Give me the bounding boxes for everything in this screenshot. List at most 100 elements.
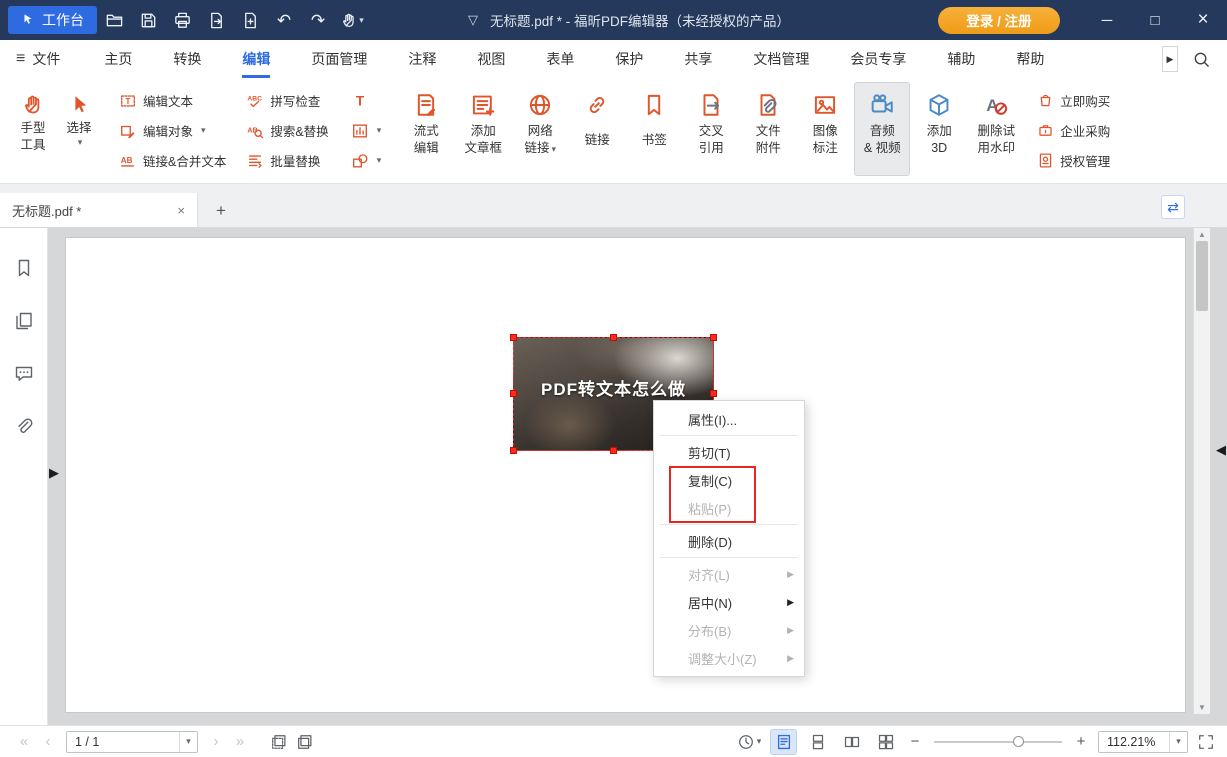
minimize-button[interactable]: ─: [1083, 0, 1131, 40]
menu-tab-help[interactable]: 帮助: [1016, 40, 1044, 78]
tab-close-icon[interactable]: ×: [177, 203, 185, 218]
comments-panel-button[interactable]: [14, 364, 34, 384]
cross-reference-button[interactable]: 交叉 引用: [683, 82, 739, 176]
right-panel-collapse-icon[interactable]: ◀: [1216, 443, 1226, 456]
select-tool-button[interactable]: 选择 ▾: [56, 82, 102, 176]
context-menu-cut[interactable]: 剪切(T): [654, 438, 804, 466]
pdf-page[interactable]: PDF转文本怎么做: [65, 237, 1186, 713]
menu-tab-form[interactable]: 表单: [546, 40, 574, 78]
zoom-slider-thumb[interactable]: [1013, 736, 1024, 747]
zoom-level-combo[interactable]: 112.21% ▾: [1098, 731, 1188, 753]
ribbon-expand-button[interactable]: ▶: [1162, 46, 1178, 72]
image-annotation-button[interactable]: 图像 标注: [797, 82, 853, 176]
context-menu-distribute[interactable]: 分布(B)▶: [654, 616, 804, 644]
edit-text-button[interactable]: T 编辑文本: [116, 87, 229, 114]
add-text-tool-button[interactable]: T: [348, 87, 385, 114]
single-page-continuous-button[interactable]: [805, 730, 830, 754]
page-indicator-combo[interactable]: 1 / 1 ▾: [66, 731, 198, 753]
maximize-button[interactable]: □: [1131, 0, 1179, 40]
print-button[interactable]: [167, 5, 197, 35]
batch-replace-button[interactable]: 批量替换: [243, 147, 331, 174]
last-page-button[interactable]: »: [228, 733, 252, 750]
web-link-button[interactable]: 网络 链接▾: [512, 82, 568, 176]
remove-trial-watermark-button[interactable]: A 删除试 用水印: [968, 82, 1024, 176]
search-button[interactable]: [1192, 50, 1211, 69]
selection-handle[interactable]: [510, 447, 517, 454]
open-file-button[interactable]: [99, 5, 129, 35]
context-menu-copy[interactable]: 复制(C): [654, 466, 804, 494]
menu-tab-member[interactable]: 会员专享: [850, 40, 906, 78]
new-tab-button[interactable]: +: [216, 202, 226, 219]
zoom-in-button[interactable]: +: [1073, 733, 1089, 750]
link-merge-text-button[interactable]: AB 链接&合并文本: [116, 147, 229, 174]
save-button[interactable]: [133, 5, 163, 35]
facing-continuous-button[interactable]: [873, 730, 898, 754]
context-menu-resize[interactable]: 调整大小(Z)▶: [654, 644, 804, 672]
vertical-scrollbar[interactable]: ▲ ▼: [1193, 228, 1210, 714]
file-menu[interactable]: ≡ 文件: [16, 49, 60, 69]
export-document-button[interactable]: [201, 5, 231, 35]
context-menu-delete[interactable]: 删除(D): [654, 527, 804, 555]
next-page-button[interactable]: ›: [204, 733, 228, 750]
file-attachment-button[interactable]: 文件 附件: [740, 82, 796, 176]
scroll-down-icon[interactable]: ▼: [1194, 701, 1210, 714]
menu-tab-doc-manage[interactable]: 文档管理: [753, 40, 809, 78]
menu-tab-view[interactable]: 视图: [477, 40, 505, 78]
add-shape-tool-button[interactable]: ▾: [348, 147, 385, 174]
menu-tab-home[interactable]: 主页: [104, 40, 132, 78]
selection-handle[interactable]: [610, 334, 617, 341]
facing-pages-button[interactable]: [839, 730, 864, 754]
close-button[interactable]: ×: [1179, 0, 1227, 40]
add-article-box-button[interactable]: 添加 文章框: [455, 82, 511, 176]
selection-handle[interactable]: [710, 390, 717, 397]
flow-edit-button[interactable]: 流式 编辑: [398, 82, 454, 176]
redo-button[interactable]: ↷: [303, 5, 333, 35]
fullscreen-button[interactable]: [1197, 733, 1215, 751]
pages-panel-button[interactable]: [14, 311, 34, 331]
menu-tab-page-manage[interactable]: 页面管理: [311, 40, 367, 78]
first-page-button[interactable]: «: [12, 733, 36, 750]
menu-tab-accessibility[interactable]: 辅助: [947, 40, 975, 78]
zoom-out-button[interactable]: −: [907, 733, 923, 750]
selection-handle[interactable]: [510, 390, 517, 397]
document-tab[interactable]: 无标题.pdf * ×: [0, 193, 198, 227]
new-document-button[interactable]: [235, 5, 265, 35]
snapshot-icon[interactable]: [266, 730, 292, 754]
sidebar-expand-icon[interactable]: ▶: [49, 466, 59, 479]
hand-tool-quick-button[interactable]: ▾: [337, 5, 367, 35]
link-button[interactable]: 链接: [569, 82, 625, 176]
workspace-button[interactable]: 工作台: [8, 6, 97, 34]
context-menu-align[interactable]: 对齐(L)▶: [654, 560, 804, 588]
buy-now-button[interactable]: 立即购买: [1034, 87, 1113, 114]
scrollbar-thumb[interactable]: [1196, 241, 1208, 311]
clipboard-copy-icon[interactable]: [292, 730, 318, 754]
bookmarks-panel-button[interactable]: [14, 258, 34, 278]
license-manage-button[interactable]: 授权管理: [1034, 147, 1113, 174]
selection-handle[interactable]: [610, 447, 617, 454]
attachments-panel-button[interactable]: [14, 417, 34, 437]
context-menu-paste[interactable]: 粘贴(P): [654, 494, 804, 522]
hand-tool-button[interactable]: 手型 工具: [10, 82, 56, 176]
selection-handle[interactable]: [710, 334, 717, 341]
login-register-button[interactable]: 登录 / 注册: [938, 7, 1060, 34]
bookmark-button[interactable]: 书签: [626, 82, 682, 176]
auto-scroll-clock-button[interactable]: ▾: [736, 730, 762, 754]
prev-page-button[interactable]: ‹: [36, 733, 60, 750]
audio-video-button[interactable]: 音频 & 视频: [854, 82, 910, 176]
enterprise-purchase-button[interactable]: 企业采购: [1034, 117, 1113, 144]
undo-button[interactable]: ↶: [269, 5, 299, 35]
scroll-up-icon[interactable]: ▲: [1194, 228, 1210, 241]
add-chart-tool-button[interactable]: ▾: [348, 117, 385, 144]
zoom-slider[interactable]: [934, 741, 1062, 743]
chevron-down-icon[interactable]: ▾: [1169, 732, 1187, 752]
menu-tab-convert[interactable]: 转换: [173, 40, 201, 78]
menu-tab-comment[interactable]: 注释: [408, 40, 436, 78]
context-menu-center[interactable]: 居中(N)▶: [654, 588, 804, 616]
switch-view-button[interactable]: ⇄: [1161, 195, 1185, 219]
menu-tab-protect[interactable]: 保护: [615, 40, 643, 78]
menu-tab-edit[interactable]: 编辑: [242, 40, 270, 78]
add-3d-button[interactable]: 添加 3D: [911, 82, 967, 176]
search-replace-button[interactable]: AB 搜索&替换: [243, 117, 331, 144]
chevron-down-icon[interactable]: ▾: [179, 732, 197, 752]
selection-handle[interactable]: [510, 334, 517, 341]
